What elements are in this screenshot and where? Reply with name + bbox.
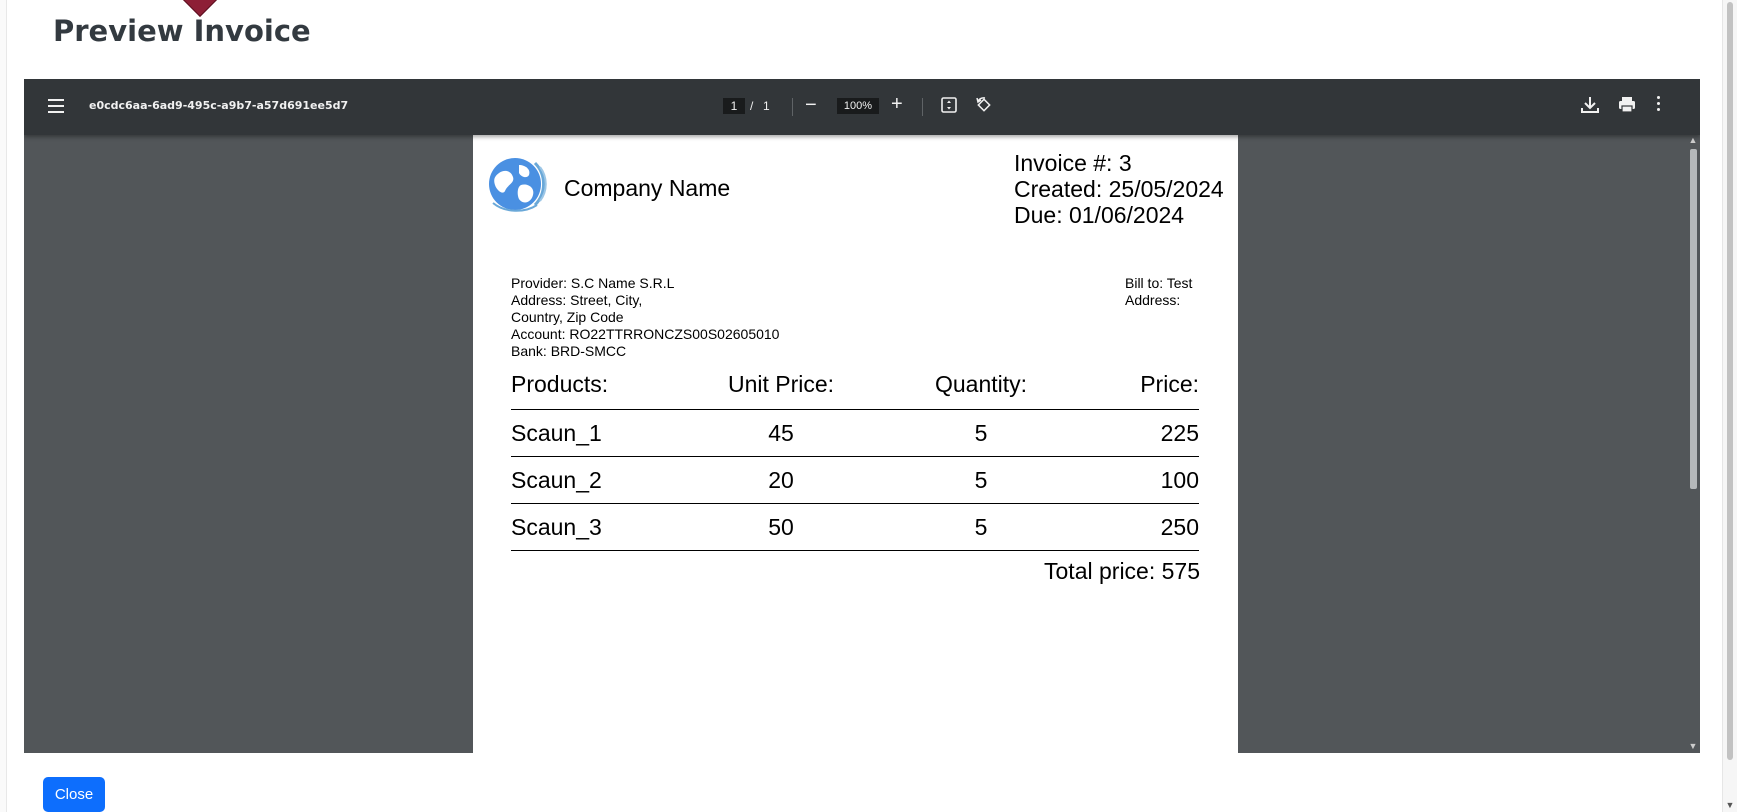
unit-price: 45	[681, 409, 881, 457]
provider-bank: Bank: BRD-SMCC	[511, 343, 627, 359]
download-icon[interactable]	[1579, 94, 1601, 116]
zoom-out-button[interactable]: −	[805, 94, 817, 117]
line-price: 250	[1081, 503, 1199, 551]
print-icon[interactable]	[1617, 95, 1637, 115]
pdf-viewer: e0cdc6aa-6ad9-495c-a9b7-a57d691ee5d7 1 /…	[24, 79, 1700, 753]
column-header-unit-price: Unit Price:	[727, 371, 835, 397]
toolbar-divider	[922, 98, 923, 116]
scroll-down-icon[interactable]: ▼	[1686, 741, 1700, 751]
bill-to-name: Bill to: Test	[1125, 275, 1193, 291]
product-name: Scaun_2	[511, 456, 681, 504]
pdf-toolbar: e0cdc6aa-6ad9-495c-a9b7-a57d691ee5d7 1 /…	[24, 79, 1700, 135]
viewer-scrollbar[interactable]: ▲ ▼	[1686, 135, 1700, 753]
column-header-price: Price:	[1140, 371, 1199, 397]
rotate-icon[interactable]	[975, 96, 993, 114]
modal-title: Preview Invoice	[53, 14, 311, 48]
invoice-meta: Invoice #: 3 Created: 25/05/2024 Due: 01…	[1014, 150, 1224, 228]
column-header-products: Products:	[511, 371, 609, 397]
toolbar-divider	[792, 98, 793, 116]
invoice-due-date: Due: 01/06/2024	[1014, 202, 1185, 228]
products-table: Products: Unit Price: Quantity: Price: S…	[511, 371, 1199, 551]
page-scrollbar[interactable]: ▼	[1722, 0, 1737, 812]
column-header-quantity: Quantity:	[934, 371, 1028, 397]
total-price: Total price: 575	[1044, 558, 1200, 584]
provider-country: Country, Zip Code	[511, 309, 624, 325]
page-separator: /	[750, 99, 754, 113]
page-total: 1	[763, 99, 770, 113]
page-scrollbar-thumb[interactable]	[1727, 2, 1733, 760]
table-row: Scaun_1 45 5 225	[511, 409, 1199, 457]
pdf-page: Company Name Invoice #: 3 Created: 25/05…	[473, 135, 1238, 753]
bill-to-address: Address:	[1125, 292, 1181, 308]
left-edge-strip	[0, 0, 7, 812]
table-header-row: Products: Unit Price: Quantity: Price:	[511, 371, 1199, 410]
bill-to-details: Bill to: Test Address:	[1125, 275, 1192, 309]
quantity: 5	[881, 456, 1081, 504]
page-number-input[interactable]: 1	[723, 98, 745, 114]
provider-details: Provider: S.C Name S.R.L Address: Street…	[511, 275, 779, 360]
scroll-up-icon[interactable]: ▲	[1686, 135, 1700, 145]
zoom-in-button[interactable]: +	[891, 93, 903, 116]
quantity: 5	[881, 409, 1081, 457]
invoice-created-date: Created: 25/05/2024	[1014, 176, 1224, 202]
provider-account: Account: RO22TTRRONCZS00S02605010	[511, 326, 780, 342]
quantity: 5	[881, 503, 1081, 551]
zoom-level-input[interactable]: 100%	[837, 98, 879, 114]
product-name: Scaun_3	[511, 503, 681, 551]
close-button[interactable]: Close	[43, 777, 105, 812]
unit-price: 20	[681, 456, 881, 504]
menu-icon[interactable]	[48, 99, 64, 113]
provider-name: Provider: S.C Name S.R.L	[511, 275, 675, 291]
table-row: Scaun_2 20 5 100	[511, 456, 1199, 504]
fit-to-page-icon[interactable]	[940, 96, 958, 114]
page-scroll-down-icon[interactable]: ▼	[1723, 800, 1737, 810]
unit-price: 50	[681, 503, 881, 551]
document-title: e0cdc6aa-6ad9-495c-a9b7-a57d691ee5d7	[89, 99, 349, 112]
invoice-number: Invoice #: 3	[1014, 150, 1132, 176]
line-price: 100	[1081, 456, 1199, 504]
company-name: Company Name	[564, 175, 731, 201]
viewer-scrollbar-thumb[interactable]	[1690, 149, 1697, 489]
more-options-icon[interactable]	[1655, 96, 1661, 114]
product-name: Scaun_1	[511, 409, 681, 457]
globe-logo-icon	[485, 151, 551, 217]
line-price: 225	[1081, 409, 1199, 457]
table-row: Scaun_3 50 5 250	[511, 503, 1199, 551]
provider-address: Address: Street, City,	[511, 292, 643, 308]
